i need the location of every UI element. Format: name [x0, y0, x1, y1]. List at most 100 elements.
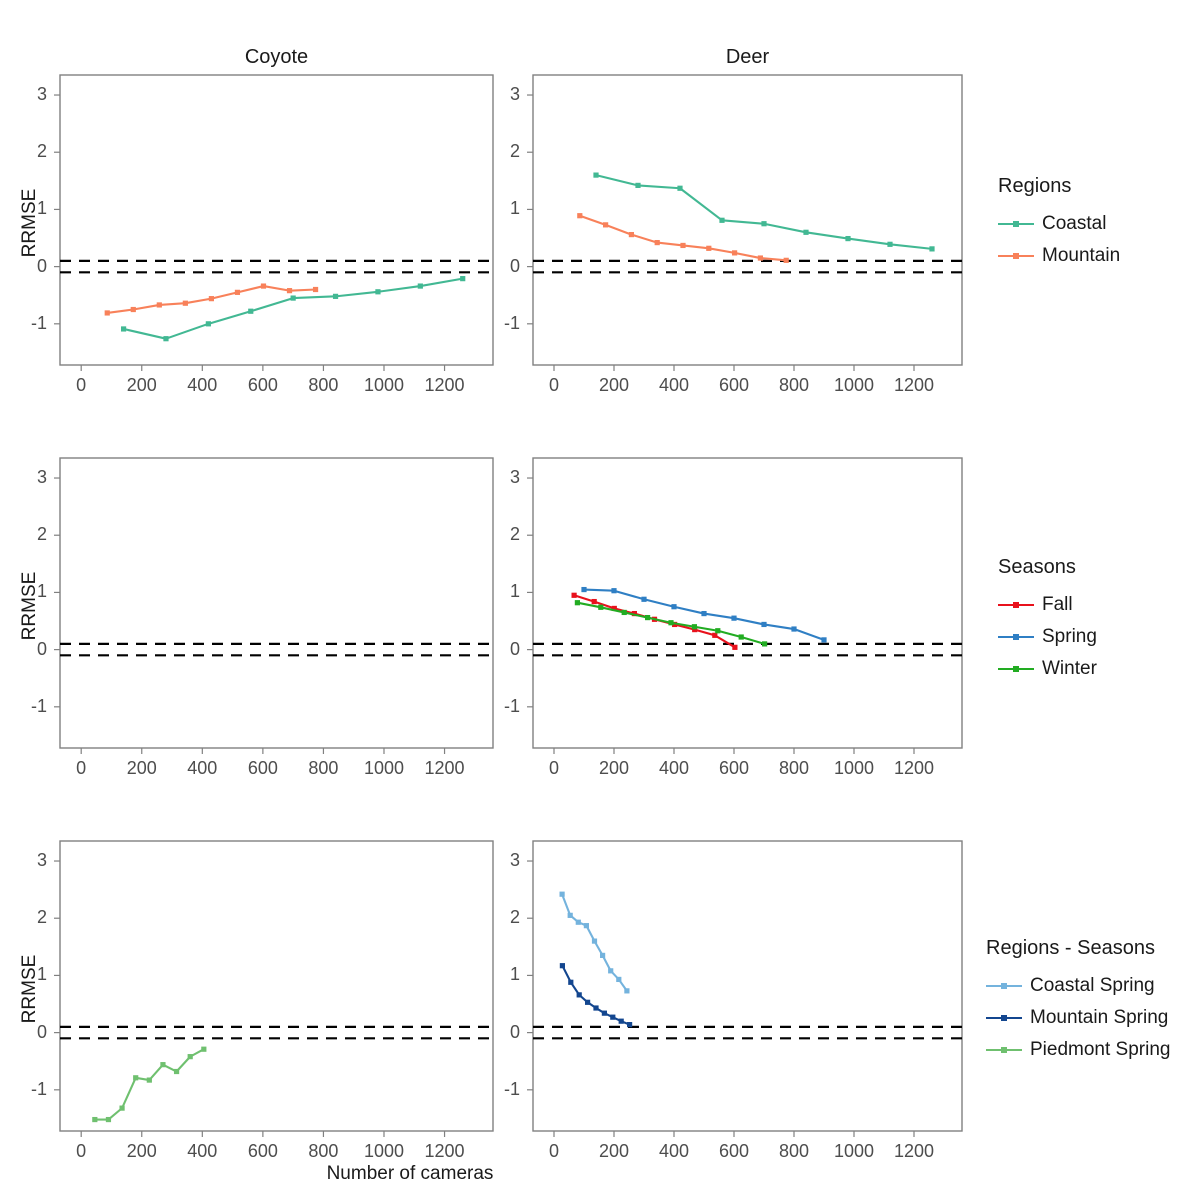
series-point — [715, 628, 721, 634]
series-point — [680, 242, 686, 249]
series-point — [783, 257, 789, 263]
series-point — [585, 999, 591, 1005]
figure-root: Coyote Deer RRMSE RRMSE RRMSE Number of … — [0, 0, 1200, 1200]
series-point — [182, 300, 188, 306]
series-point — [559, 891, 565, 897]
y-tick-label: 1 — [509, 198, 520, 219]
y-tick-label: -1 — [30, 1078, 47, 1099]
legend-key-piedmont-spring — [986, 1042, 1022, 1058]
series-point — [645, 614, 651, 621]
series-point — [130, 306, 136, 313]
series-point — [417, 283, 423, 289]
y-tick-label: 0 — [509, 1021, 520, 1042]
series-point — [120, 326, 127, 332]
legend-label-winter: Winter — [1042, 658, 1097, 679]
legend-label-coastal: Coastal — [1042, 213, 1107, 234]
legend-seasons-title: Seasons — [998, 556, 1076, 578]
y-tick-label: 1 — [36, 581, 47, 602]
series-point — [567, 912, 573, 918]
legend-item-coastal[interactable]: Coastal — [998, 213, 1106, 235]
y-tick-label: -1 — [503, 1078, 520, 1099]
series-point — [571, 592, 577, 598]
y-tick-label: -1 — [30, 312, 47, 333]
legend-regions-title: Regions — [998, 175, 1072, 197]
series-point — [671, 604, 677, 610]
series-point — [732, 250, 738, 256]
legend-item-mountain[interactable]: Mountain — [998, 245, 1120, 267]
series-point — [610, 1014, 616, 1020]
legend-item-mountain-spring[interactable]: Mountain Spring — [986, 1007, 1168, 1029]
series-point — [887, 241, 893, 247]
series-point — [260, 283, 267, 289]
legend-label-mountain-spring: Mountain Spring — [1030, 1007, 1169, 1028]
y-tick-label: 1 — [509, 581, 520, 602]
series-point — [598, 604, 604, 610]
legend-item-piedmont-spring[interactable]: Piedmont Spring — [986, 1039, 1170, 1061]
y-tick-label: 3 — [509, 467, 520, 488]
series-point — [791, 626, 797, 632]
series-point — [92, 1116, 98, 1123]
y-tick-label: 3 — [36, 850, 47, 871]
x-tick-label: 1200 — [893, 1141, 935, 1161]
series-point — [691, 624, 697, 630]
series-point — [611, 588, 617, 594]
series-point — [290, 295, 296, 301]
series-point — [593, 172, 599, 178]
y-tick-label: 3 — [509, 84, 520, 105]
legend-label-mountain: Mountain — [1042, 245, 1121, 266]
legend-regions-seasons-title: Regions - Seasons — [986, 937, 1155, 959]
y-tick-label: 0 — [509, 638, 520, 659]
series-point — [576, 992, 582, 998]
legend-key-winter — [998, 661, 1034, 677]
legend-label-coastal-spring: Coastal Spring — [1030, 975, 1155, 996]
y-tick-label: 1 — [36, 964, 47, 985]
series-point — [677, 185, 683, 191]
legend-key-coastal-spring — [986, 978, 1022, 994]
x-tick-label: 1200 — [893, 375, 935, 395]
series-point — [574, 600, 580, 606]
y-tick-label: 0 — [36, 638, 47, 659]
panel-border — [59, 840, 494, 1132]
series-point — [105, 1116, 112, 1123]
series-point — [208, 296, 214, 302]
series-point — [618, 1018, 624, 1024]
series-point — [712, 632, 718, 638]
y-tick-label: 0 — [36, 255, 47, 276]
series-point — [187, 1054, 193, 1060]
legend-key-mountain-spring — [986, 1010, 1022, 1026]
series-point — [286, 288, 293, 294]
series-point — [559, 963, 565, 969]
series-point — [929, 246, 935, 252]
series-point — [591, 598, 597, 605]
series-point — [621, 609, 627, 616]
series-point — [375, 289, 381, 295]
series-point — [731, 615, 737, 621]
legend-item-spring[interactable]: Spring — [998, 626, 1097, 648]
legend-item-coastal-spring[interactable]: Coastal Spring — [986, 975, 1155, 997]
series-point — [701, 610, 707, 617]
series-point — [568, 979, 574, 985]
series-point — [119, 1105, 125, 1111]
y-tick-label: 0 — [509, 255, 520, 276]
series-point — [577, 213, 583, 219]
y-tick-label: -1 — [30, 695, 47, 716]
series-point — [248, 308, 254, 314]
series-point — [173, 1068, 180, 1075]
series-point — [761, 621, 767, 628]
y-tick-label: -1 — [503, 695, 520, 716]
series-point — [312, 286, 319, 293]
legend-item-winter[interactable]: Winter — [998, 658, 1097, 680]
series-point — [332, 293, 339, 299]
series-point — [581, 586, 587, 593]
series-point — [600, 952, 606, 958]
series-point — [803, 229, 809, 235]
series-point — [706, 245, 712, 251]
series-point — [628, 231, 634, 238]
y-tick-label: 0 — [36, 1021, 47, 1042]
legend-item-fall[interactable]: Fall — [998, 594, 1073, 616]
series-point — [608, 968, 614, 974]
y-tick-label: 2 — [36, 141, 47, 162]
series-point — [583, 923, 589, 929]
y-tick-label: 2 — [509, 141, 520, 162]
series-point — [616, 976, 622, 983]
